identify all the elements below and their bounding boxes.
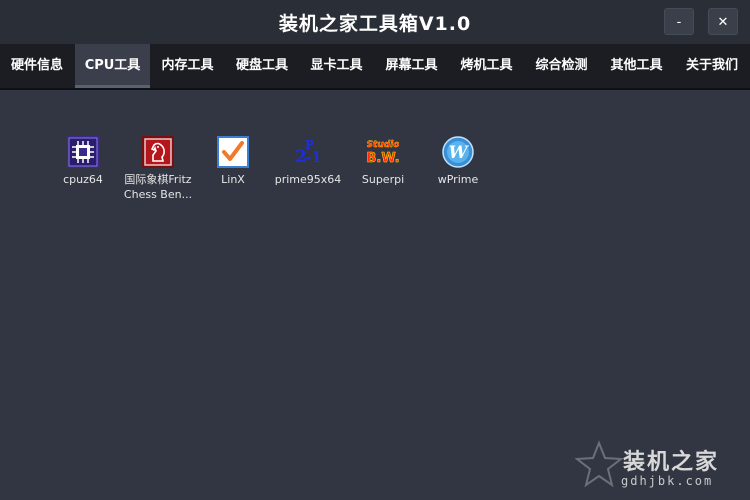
watermark-url: gdhjbk.com	[621, 474, 714, 488]
studio-bw-icon: Studio B.W.	[367, 140, 399, 167]
tab-hardware-info[interactable]: 硬件信息	[0, 44, 74, 88]
tab-cpu-tools[interactable]: CPU工具	[75, 44, 150, 88]
star-icon	[575, 440, 623, 488]
tool-label: Superpi	[361, 173, 405, 186]
tool-wprime[interactable]: W wPrime	[418, 136, 498, 187]
watermark-title: 装机之家	[623, 450, 720, 475]
cpu-chip-icon	[67, 136, 99, 168]
window-title: 装机之家工具箱V1.0	[278, 13, 472, 35]
tab-about-us[interactable]: 关于我们	[674, 44, 750, 88]
tool-fritz-chess[interactable]: 国际象棋Fritz Chess Ben...	[118, 136, 198, 202]
close-button[interactable]: ✕	[708, 8, 738, 35]
w-circle-icon: W	[442, 136, 474, 168]
tab-other-tools[interactable]: 其他工具	[599, 44, 674, 88]
tab-disk-tools[interactable]: 硬盘工具	[225, 44, 299, 88]
tool-prime95x64[interactable]: 2 P -1 prime95x64	[268, 136, 348, 187]
tool-label: 国际象棋Fritz Chess Ben...	[123, 173, 193, 201]
tool-cpuz64[interactable]: cpuz64	[43, 136, 123, 187]
svg-text:-1: -1	[305, 148, 322, 166]
tab-gpu-tools[interactable]: 显卡工具	[299, 44, 374, 88]
minimize-button[interactable]: -	[664, 8, 694, 35]
title-bar[interactable]: 装机之家工具箱V1.0 - ✕	[0, 0, 750, 44]
tool-linx[interactable]: LinX	[193, 136, 273, 187]
tab-overall-test[interactable]: 综合检测	[524, 44, 599, 88]
app-window: 装机之家工具箱V1.0 - ✕ 硬件信息 CPU工具 内存工具 硬盘工具 显卡工…	[0, 0, 750, 500]
formula-icon: 2 P -1	[295, 138, 322, 167]
tab-memory-tools[interactable]: 内存工具	[150, 44, 225, 88]
tab-screen-tools[interactable]: 屏幕工具	[374, 44, 449, 88]
tool-label: wPrime	[437, 173, 479, 186]
tool-label: cpuz64	[63, 173, 103, 186]
site-watermark: 装机之家 gdhjbk.com	[575, 438, 745, 496]
tool-label: prime95x64	[274, 173, 342, 186]
tool-label: LinX	[221, 173, 245, 186]
svg-text:W: W	[448, 143, 469, 163]
tool-superpi[interactable]: Studio B.W. Superpi	[343, 136, 423, 187]
svg-text:Studio: Studio	[367, 140, 399, 150]
checkbox-icon	[217, 136, 249, 168]
tab-stress-tools[interactable]: 烤机工具	[449, 44, 524, 88]
svg-text:B.W.: B.W.	[367, 151, 399, 166]
chess-knight-icon	[142, 136, 174, 168]
tab-bar: 硬件信息 CPU工具 内存工具 硬盘工具 显卡工具 屏幕工具 烤机工具 综合检测…	[0, 44, 750, 90]
